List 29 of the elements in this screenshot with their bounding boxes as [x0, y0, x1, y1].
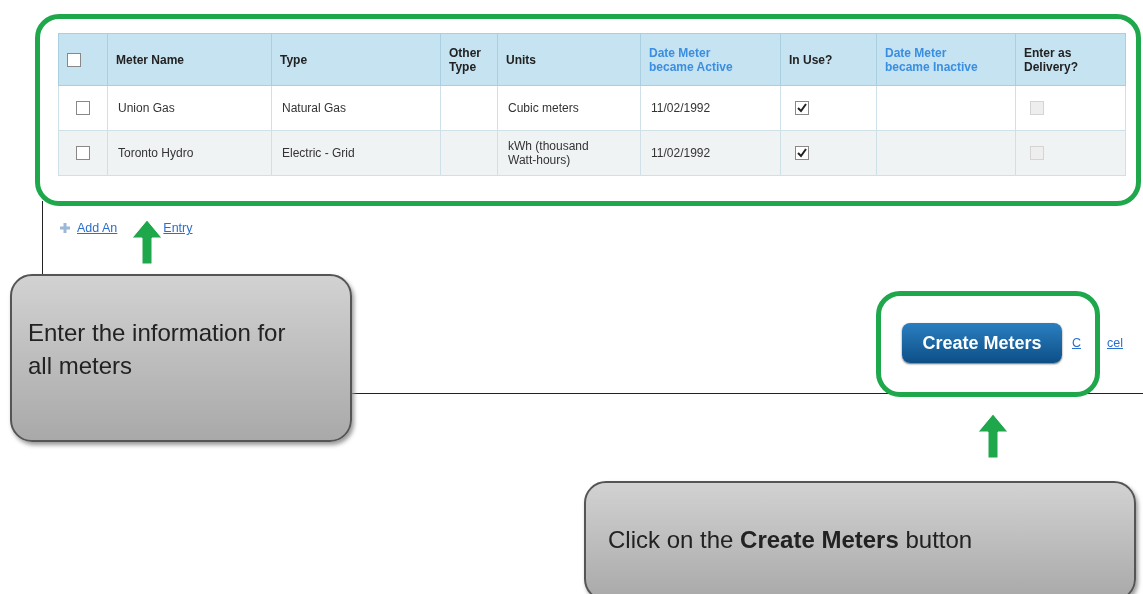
pointer-arrow	[976, 412, 1010, 460]
add-entry-link[interactable]: Add An	[77, 221, 118, 235]
instruction-callout: Enter the information for all meters	[10, 274, 352, 442]
table-cell: Natural Gas	[271, 85, 441, 131]
add-entry-link[interactable]: Entry	[163, 221, 193, 235]
column-header: In Use?	[780, 33, 877, 86]
table-cell: Electric - Grid	[271, 130, 441, 176]
table-cell: 11/02/1992	[640, 85, 781, 131]
column-header: Units	[497, 33, 641, 86]
column-header: Meter Name	[107, 33, 272, 86]
table-cell: 11/02/1992	[640, 130, 781, 176]
cancel-link[interactable]: cel	[1107, 336, 1123, 350]
table-cell: Toronto Hydro	[107, 130, 272, 176]
select-all-checkbox[interactable]	[67, 52, 81, 67]
row-checkbox[interactable]	[76, 146, 90, 161]
column-header: Other Type	[440, 33, 498, 86]
instruction-callout: Click on the Create Meters button	[584, 481, 1136, 594]
cell-checkbox[interactable]	[795, 146, 809, 161]
table-cell: Union Gas	[107, 85, 272, 131]
table-cell: Cubic meters	[497, 85, 641, 131]
pointer-arrow	[130, 218, 164, 266]
cell-checkbox[interactable]	[795, 101, 809, 116]
row-checkbox[interactable]	[76, 101, 90, 116]
column-header: Type	[271, 33, 441, 86]
column-header: Enter as Delivery?	[1015, 33, 1126, 86]
plus-icon	[59, 222, 71, 234]
cancel-link[interactable]: C	[1072, 336, 1081, 350]
create-meters-button[interactable]: Create Meters	[902, 323, 1062, 363]
table-cell: kWh (thousand Watt-hours)	[497, 130, 641, 176]
